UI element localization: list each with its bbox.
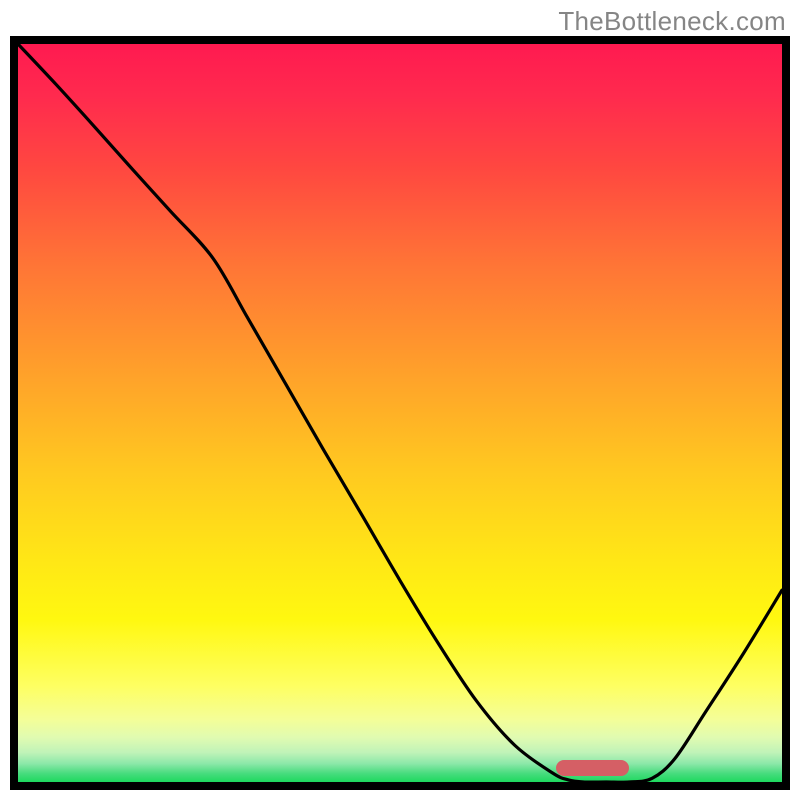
bottleneck-curve [18,44,782,782]
chart-frame: TheBottleneck.com [0,0,800,800]
attribution-text: TheBottleneck.com [558,6,786,37]
curve-path [18,44,782,782]
plot-area [10,36,790,790]
